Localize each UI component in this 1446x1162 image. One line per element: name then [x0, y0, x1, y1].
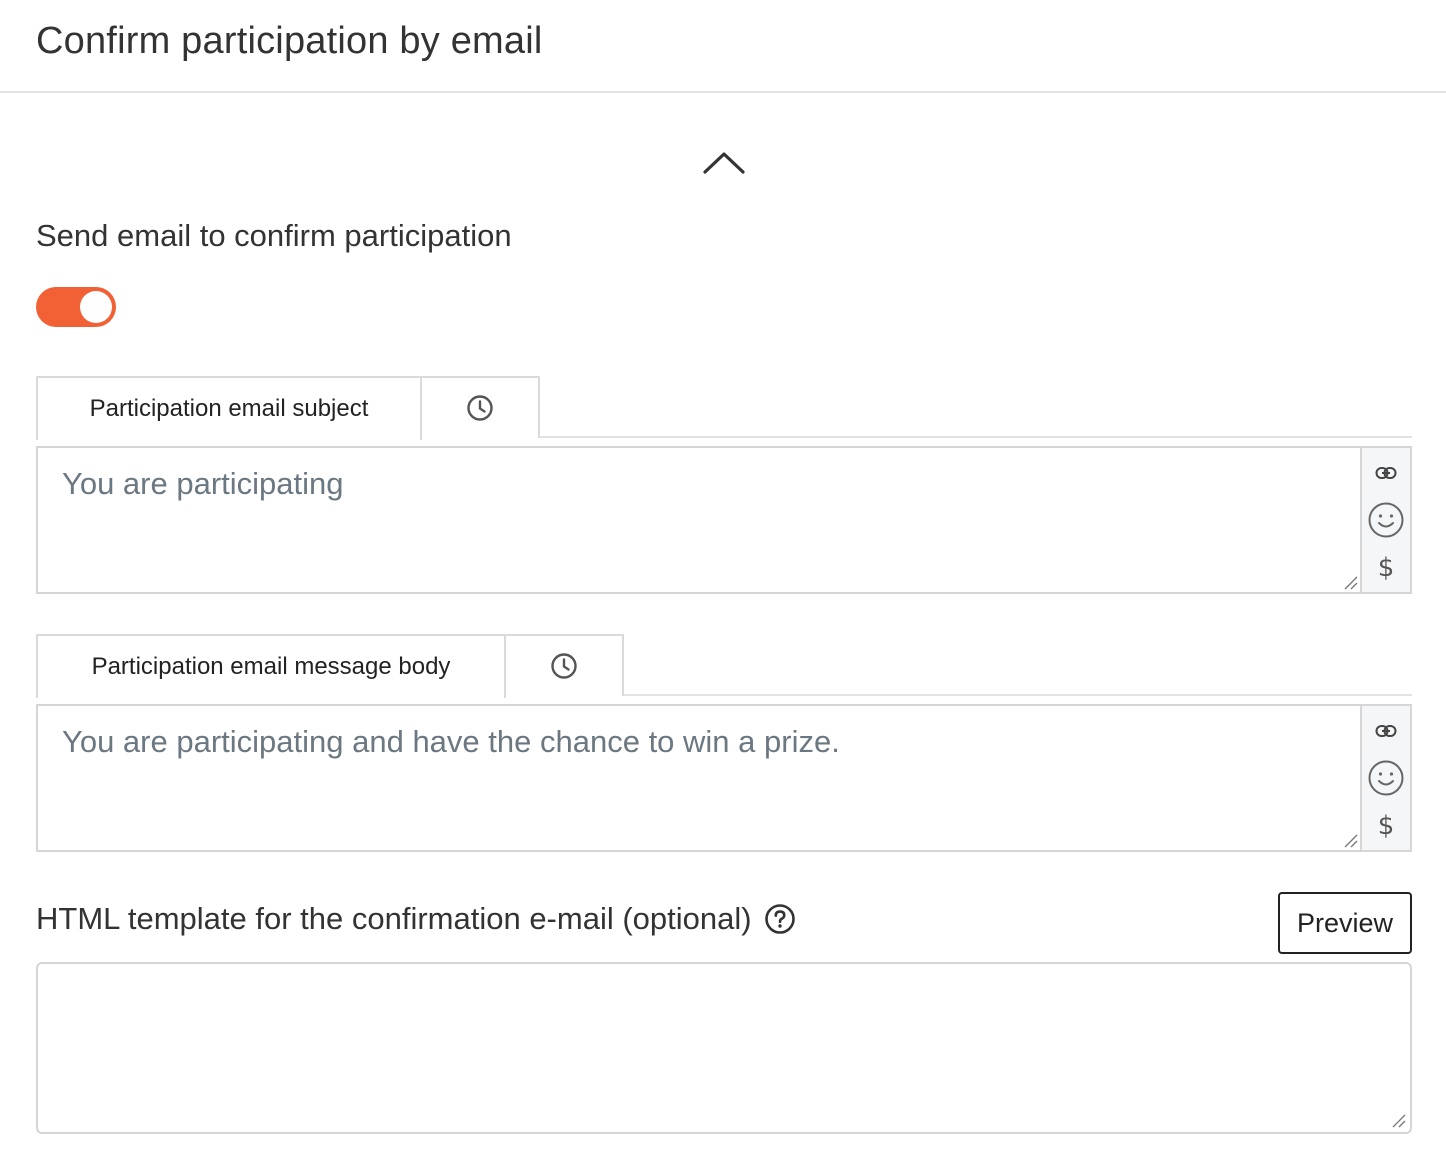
- preview-button[interactable]: Preview: [1278, 892, 1412, 954]
- html-template-input[interactable]: [36, 962, 1412, 1134]
- collapse-button[interactable]: [699, 140, 749, 184]
- tab-subject-schedule[interactable]: [420, 376, 540, 438]
- clock-icon: [467, 395, 493, 421]
- emoji-icon: [1368, 760, 1404, 796]
- subject-input[interactable]: You are participating: [62, 466, 344, 502]
- tab-body[interactable]: Participation email message body: [36, 634, 506, 698]
- insert-link-button[interactable]: [1362, 714, 1410, 748]
- body-input[interactable]: You are participating and have the chanc…: [62, 724, 840, 760]
- chevron-up-icon: [703, 152, 745, 174]
- emoji-icon: [1368, 502, 1404, 538]
- tab-subject[interactable]: Participation email subject: [36, 376, 422, 440]
- insert-emoji-button[interactable]: [1362, 758, 1410, 798]
- insert-emoji-button[interactable]: [1362, 500, 1410, 540]
- insert-variable-button[interactable]: $: [1362, 550, 1410, 586]
- insert-variable-button[interactable]: $: [1362, 808, 1410, 844]
- clock-icon: [551, 653, 577, 679]
- body-toolbar: $: [1360, 706, 1410, 850]
- body-editor[interactable]: You are participating and have the chanc…: [36, 704, 1412, 852]
- dollar-icon: $: [1377, 811, 1395, 841]
- page: Confirm participation by email Send emai…: [0, 0, 1446, 1162]
- link-icon: [1375, 725, 1397, 737]
- help-circle-icon: [764, 904, 795, 934]
- tab-body-schedule[interactable]: [504, 634, 624, 696]
- header: Confirm participation by email: [0, 0, 1446, 93]
- body-tabs: Participation email message body: [36, 634, 1412, 698]
- confirmation-label: Send email to confirm participation: [36, 218, 512, 253]
- resize-handle-icon[interactable]: [1342, 574, 1358, 590]
- link-icon: [1375, 467, 1397, 479]
- html-template-label: HTML template for the confirmation e-mai…: [36, 901, 796, 937]
- resize-handle-icon[interactable]: [1342, 832, 1358, 848]
- subject-toolbar: $: [1360, 448, 1410, 592]
- help-button[interactable]: [764, 903, 796, 935]
- html-template-label-text: HTML template for the confirmation e-mai…: [36, 901, 752, 936]
- confirmation-toggle[interactable]: [36, 287, 116, 327]
- subject-editor[interactable]: You are participating $: [36, 446, 1412, 594]
- dollar-icon: $: [1377, 553, 1395, 583]
- subject-tabs: Participation email subject: [36, 376, 1412, 440]
- insert-link-button[interactable]: [1362, 456, 1410, 490]
- toggle-knob: [80, 291, 112, 323]
- page-title: Confirm participation by email: [36, 20, 543, 62]
- tab-subject-label: Participation email subject: [89, 395, 369, 422]
- resize-handle-icon[interactable]: [1390, 1112, 1406, 1128]
- tab-body-label: Participation email message body: [91, 653, 451, 680]
